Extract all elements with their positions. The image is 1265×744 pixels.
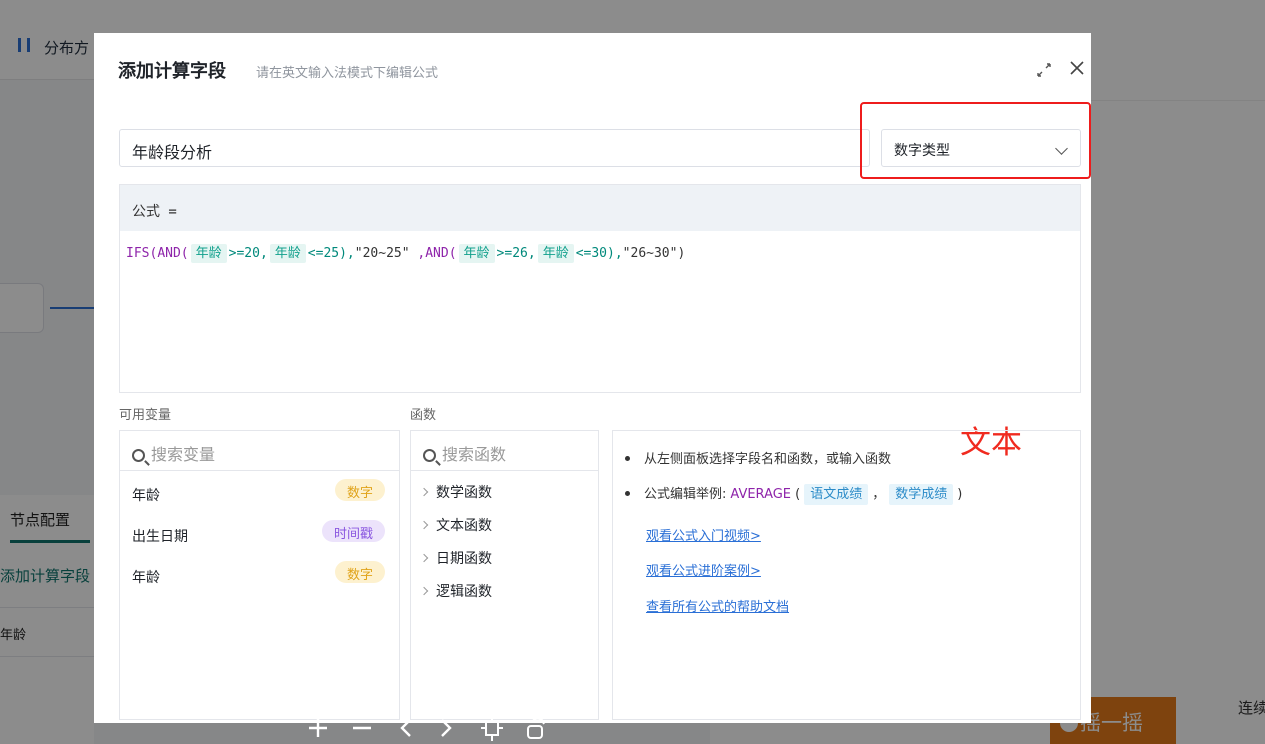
search-icon xyxy=(423,449,436,462)
function-category-label: 逻辑函数 xyxy=(436,584,492,600)
op-token: <=25), xyxy=(307,246,355,261)
variables-panel: 搜索变量 年龄 数字 出生日期 时间戳 年龄 数字 xyxy=(119,430,400,720)
zoom-out-icon[interactable] xyxy=(348,712,376,742)
dialog-header: 添加计算字段 请在英文输入法模式下编辑公式 xyxy=(94,33,1091,105)
variables-label: 可用变量 xyxy=(119,408,172,423)
var-token: 年龄 xyxy=(537,244,574,263)
variable-item-age-2[interactable]: 年龄 数字 xyxy=(120,553,399,594)
field-name-input[interactable]: 年龄段分析 xyxy=(119,129,870,167)
chevron-right-icon xyxy=(419,553,429,563)
dialog-subtitle: 请在英文输入法模式下编辑公式 xyxy=(256,66,439,81)
help-tip-1: 从左侧面板选择字段名和函数，或输入函数 xyxy=(625,448,891,467)
chevron-right-icon xyxy=(419,586,429,596)
fn-token: AND( xyxy=(157,246,189,261)
function-category-date[interactable]: 日期函数 xyxy=(411,537,598,570)
chevron-down-icon xyxy=(1055,142,1068,155)
type-badge: 时间戳 xyxy=(321,520,385,542)
rotate-icon[interactable] xyxy=(522,712,550,742)
functions-panel: 搜索函数 数学函数 文本函数 日期函数 逻辑函数 xyxy=(410,430,599,720)
field-type-value: 数字类型 xyxy=(894,143,950,159)
op-token: >=26, xyxy=(496,246,536,261)
help-panel: 从左侧面板选择字段名和函数，或输入函数 公式编辑举例: AVERAGE (语文成绩… xyxy=(612,430,1081,720)
function-category-label: 日期函数 xyxy=(436,551,492,567)
string-token: "20~25" xyxy=(354,246,410,261)
zoom-in-icon[interactable] xyxy=(304,712,332,742)
formula-editor[interactable]: 公式 = IFS(AND(年龄 >=20, 年龄 <=25),"20~25" ,AND… xyxy=(119,184,1081,461)
bullet-icon xyxy=(625,491,630,496)
var-token: 年龄 xyxy=(190,244,227,263)
link-help-docs[interactable]: 查看所有公式的帮助文档 xyxy=(646,596,789,615)
var-token: 年龄 xyxy=(269,244,306,263)
expand-icon[interactable] xyxy=(1034,60,1054,80)
variables-search-placeholder: 搜索变量 xyxy=(151,445,216,464)
dialog-title: 添加计算字段 xyxy=(118,61,226,82)
variable-name: 年龄 xyxy=(132,570,160,586)
prev-icon[interactable] xyxy=(392,712,420,742)
variable-name: 年龄 xyxy=(132,488,160,504)
function-category-label: 文本函数 xyxy=(436,518,492,534)
var-token: 年龄 xyxy=(458,244,495,263)
field-type-select[interactable]: 数字类型 xyxy=(881,129,1081,167)
next-icon[interactable] xyxy=(432,712,460,742)
close-icon[interactable] xyxy=(1066,57,1088,79)
function-category-label: 数学函数 xyxy=(436,485,492,501)
functions-search-input[interactable]: 搜索函数 xyxy=(411,431,598,471)
type-badge: 数字 xyxy=(334,479,385,501)
variable-name: 出生日期 xyxy=(132,529,188,545)
link-advanced-cases[interactable]: 观看公式进阶案例> xyxy=(646,560,761,579)
formula-code[interactable]: IFS(AND(年龄 >=20, 年龄 <=25),"20~25" ,AND(年龄 >=… xyxy=(126,242,686,263)
formula-header: 公式 = xyxy=(120,185,1080,231)
chevron-right-icon xyxy=(419,487,429,497)
bullet-icon xyxy=(625,456,630,461)
chevron-right-icon xyxy=(419,520,429,530)
viewer-toolbar xyxy=(304,712,564,742)
help-tip-2: 公式编辑举例: AVERAGE (语文成绩，数学成绩) xyxy=(625,483,962,505)
functions-label: 函数 xyxy=(410,408,437,423)
op-token: >=20, xyxy=(228,246,268,261)
variable-item-age[interactable]: 年龄 数字 xyxy=(120,471,399,512)
search-icon xyxy=(132,449,145,462)
fn-token: ,AND( xyxy=(417,246,457,261)
function-category-text[interactable]: 文本函数 xyxy=(411,504,598,537)
op-token: <=30), xyxy=(575,246,623,261)
fn-token: IFS( xyxy=(126,246,158,261)
fit-screen-icon[interactable] xyxy=(478,712,506,742)
type-badge: 数字 xyxy=(334,561,385,583)
variables-search-input[interactable]: 搜索变量 xyxy=(120,431,399,471)
string-token: "26~30") xyxy=(622,246,686,261)
link-intro-video[interactable]: 观看公式入门视频> xyxy=(646,525,761,544)
variable-item-birthdate[interactable]: 出生日期 时间戳 xyxy=(120,512,399,553)
functions-search-placeholder: 搜索函数 xyxy=(442,445,507,464)
function-category-logic[interactable]: 逻辑函数 xyxy=(411,570,598,603)
function-category-math[interactable]: 数学函数 xyxy=(411,471,598,504)
add-calculated-field-dialog: 添加计算字段 请在英文输入法模式下编辑公式 年龄段分析 数字类型 公式 = IF… xyxy=(94,33,1091,723)
